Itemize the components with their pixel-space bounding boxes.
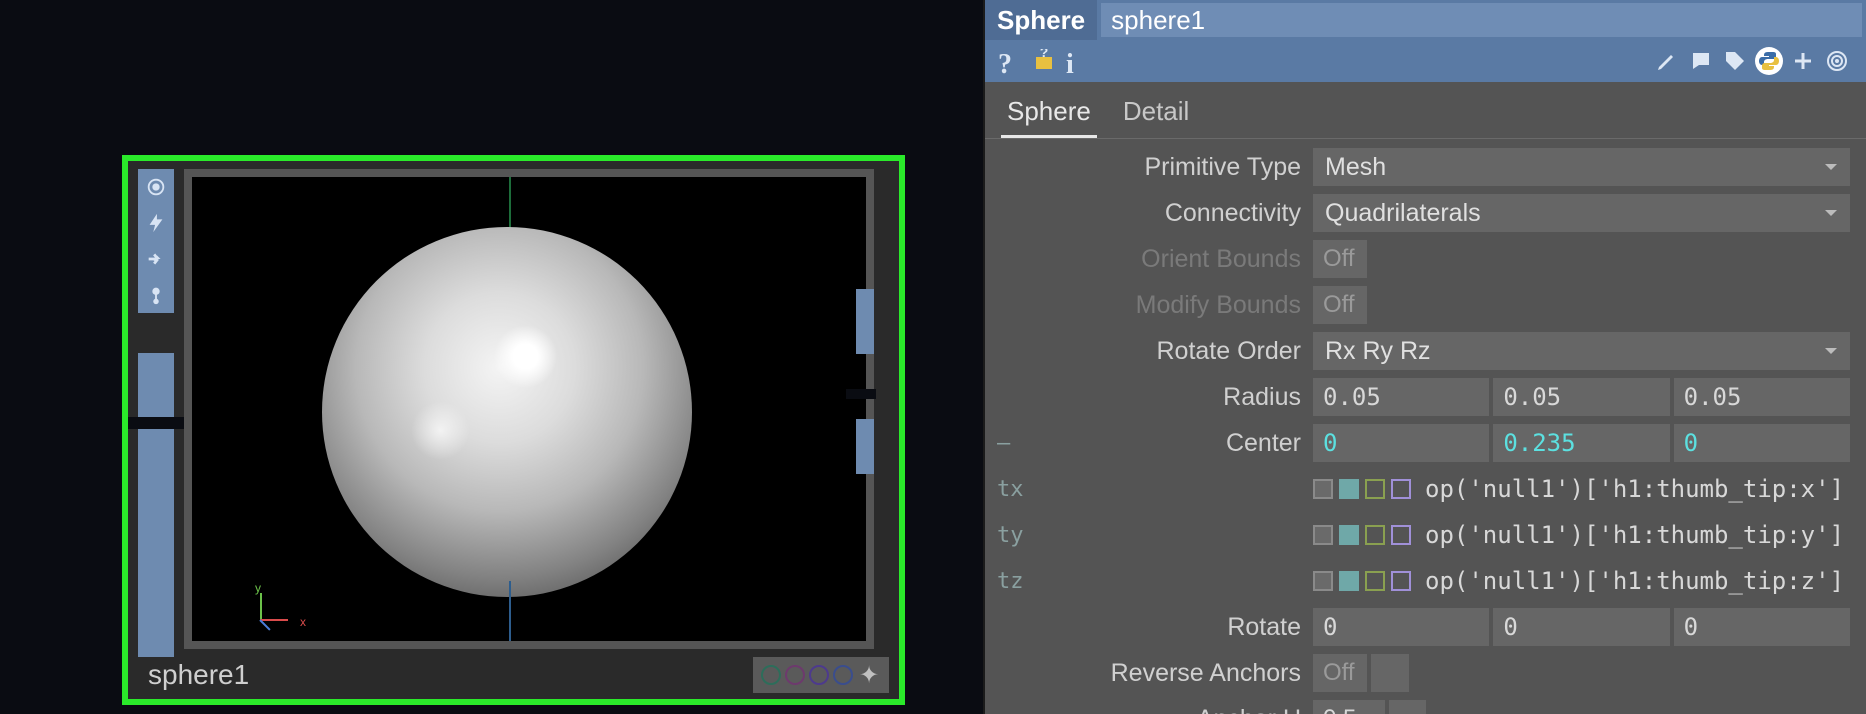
rotate-y-input[interactable]: 0: [1493, 608, 1669, 646]
reverse-anchors-track[interactable]: [1371, 654, 1850, 692]
param-label-modify-bounds: Modify Bounds: [1033, 291, 1313, 320]
viewer-display-icon[interactable]: [138, 169, 174, 205]
rotate-z-input[interactable]: 0: [1674, 608, 1850, 646]
mode-constant-icon[interactable]: [1313, 525, 1333, 545]
param-label-connectivity: Connectivity: [1033, 199, 1313, 228]
param-label-center: Center: [1033, 429, 1313, 458]
tab-detail[interactable]: Detail: [1117, 88, 1195, 138]
parameter-panel: Sphere ? ? i Sphere Detail: [983, 0, 1866, 714]
mode-expression-icon[interactable]: [1339, 479, 1359, 499]
viewer-node-name[interactable]: sphere1: [138, 657, 753, 693]
viewer-node-outline[interactable]: yx sphere1 ✦: [122, 155, 905, 705]
modify-bounds-toggle: Off: [1313, 286, 1367, 324]
primitive-type-dropdown[interactable]: Mesh: [1313, 148, 1850, 186]
viewer-footer-flags: ✦: [753, 657, 889, 693]
radius-z-input[interactable]: 0.05: [1674, 378, 1850, 416]
flag-plus-icon[interactable]: ✦: [857, 661, 881, 690]
chevron-down-icon: [1822, 158, 1840, 176]
tab-sphere[interactable]: Sphere: [1001, 88, 1097, 138]
param-label-radius: Radius: [1033, 383, 1313, 412]
center-z-input[interactable]: 0: [1674, 424, 1850, 462]
axis-guide-bottom: [509, 581, 511, 641]
rotate-x-input[interactable]: 0: [1313, 608, 1489, 646]
info-icon[interactable]: i: [1063, 46, 1093, 76]
connectivity-dropdown[interactable]: Quadrilaterals: [1313, 194, 1850, 232]
orient-bounds-toggle: Off: [1313, 240, 1367, 278]
mode-bind-icon[interactable]: [1391, 479, 1411, 499]
param-label-rotate: Rotate: [1033, 613, 1313, 642]
tag-icon[interactable]: [1720, 46, 1750, 76]
svg-text:?: ?: [1040, 49, 1049, 60]
rotate-order-dropdown[interactable]: Rx Ry Rz: [1313, 332, 1850, 370]
mode-bind-icon[interactable]: [1391, 525, 1411, 545]
flag-dot-1[interactable]: [761, 665, 781, 685]
param-badge-tz: tz: [989, 569, 1033, 594]
axis-gizmo: yx: [258, 583, 298, 623]
mode-constant-icon[interactable]: [1313, 479, 1333, 499]
flag-dot-4[interactable]: [833, 665, 853, 685]
mode-expression-icon[interactable]: [1339, 571, 1359, 591]
param-badge-ty: ty: [989, 523, 1033, 548]
rotate-order-value: Rx Ry Rz: [1325, 337, 1431, 366]
chevron-down-icon: [1822, 342, 1840, 360]
mode-constant-icon[interactable]: [1313, 571, 1333, 591]
param-label-rotate-order: Rotate Order: [1033, 337, 1313, 366]
viewer-toolbar: [138, 169, 174, 313]
viewer-lock-icon[interactable]: [138, 277, 174, 313]
parameter-list: Primitive Type Mesh Connectivity Quadril…: [985, 139, 1866, 714]
anchor-u-input[interactable]: 0.5: [1313, 700, 1385, 714]
viewer-arrow-icon[interactable]: [138, 241, 174, 277]
mode-export-icon[interactable]: [1365, 571, 1385, 591]
flag-dot-3[interactable]: [809, 665, 829, 685]
param-label-anchor-u: Anchor U: [1033, 705, 1313, 714]
sphere-geometry: [322, 227, 692, 597]
chevron-down-icon: [1822, 204, 1840, 222]
viewer-sidebar-strip[interactable]: [138, 353, 174, 673]
mode-export-icon[interactable]: [1365, 479, 1385, 499]
parameter-header: Sphere: [985, 0, 1866, 40]
plus-icon[interactable]: [1788, 46, 1818, 76]
parameter-header-toolbar: ? ? i: [985, 40, 1866, 82]
python-icon[interactable]: [1754, 46, 1784, 76]
viewer-panel: yx sphere1 ✦: [0, 0, 983, 714]
edit-icon[interactable]: [1652, 46, 1682, 76]
expression-mode-boxes[interactable]: [1313, 525, 1411, 545]
expression-mode-boxes[interactable]: [1313, 479, 1411, 499]
anchor-u-slider[interactable]: [1389, 700, 1850, 714]
param-badge-tx: tx: [989, 477, 1033, 502]
radius-x-input[interactable]: 0.05: [1313, 378, 1489, 416]
reverse-anchors-toggle[interactable]: Off: [1313, 654, 1367, 692]
mode-expression-icon[interactable]: [1339, 525, 1359, 545]
operator-name-input[interactable]: [1101, 3, 1862, 37]
center-y-input[interactable]: 0.235: [1493, 424, 1669, 462]
help-icon[interactable]: ?: [995, 46, 1025, 76]
viewport-3d[interactable]: yx: [184, 169, 874, 649]
param-label-primitive-type: Primitive Type: [1033, 153, 1313, 182]
ty-expression[interactable]: op('null1')['h1:thumb_tip:y']: [1425, 521, 1850, 549]
viewer-footer: sphere1 ✦: [138, 657, 889, 693]
center-x-input[interactable]: 0: [1313, 424, 1489, 462]
tz-expression[interactable]: op('null1')['h1:thumb_tip:z']: [1425, 567, 1850, 595]
operator-type-label: Sphere: [985, 0, 1097, 40]
mode-export-icon[interactable]: [1365, 525, 1385, 545]
flag-dot-2[interactable]: [785, 665, 805, 685]
connectivity-value: Quadrilaterals: [1325, 199, 1481, 228]
comment-icon[interactable]: [1686, 46, 1716, 76]
viewport-scroll-rail[interactable]: [856, 289, 874, 549]
expand-icon[interactable]: —: [989, 431, 1033, 456]
mode-bind-icon[interactable]: [1391, 571, 1411, 591]
target-icon[interactable]: [1822, 46, 1852, 76]
viewer-lightning-icon[interactable]: [138, 205, 174, 241]
parameter-tabs: Sphere Detail: [985, 82, 1866, 139]
help-page-icon[interactable]: ?: [1029, 46, 1059, 76]
radius-y-input[interactable]: 0.05: [1493, 378, 1669, 416]
tx-expression[interactable]: op('null1')['h1:thumb_tip:x']: [1425, 475, 1850, 503]
primitive-type-value: Mesh: [1325, 153, 1386, 182]
param-label-reverse-anchors: Reverse Anchors: [1033, 659, 1313, 688]
param-label-orient-bounds: Orient Bounds: [1033, 245, 1313, 274]
expression-mode-boxes[interactable]: [1313, 571, 1411, 591]
